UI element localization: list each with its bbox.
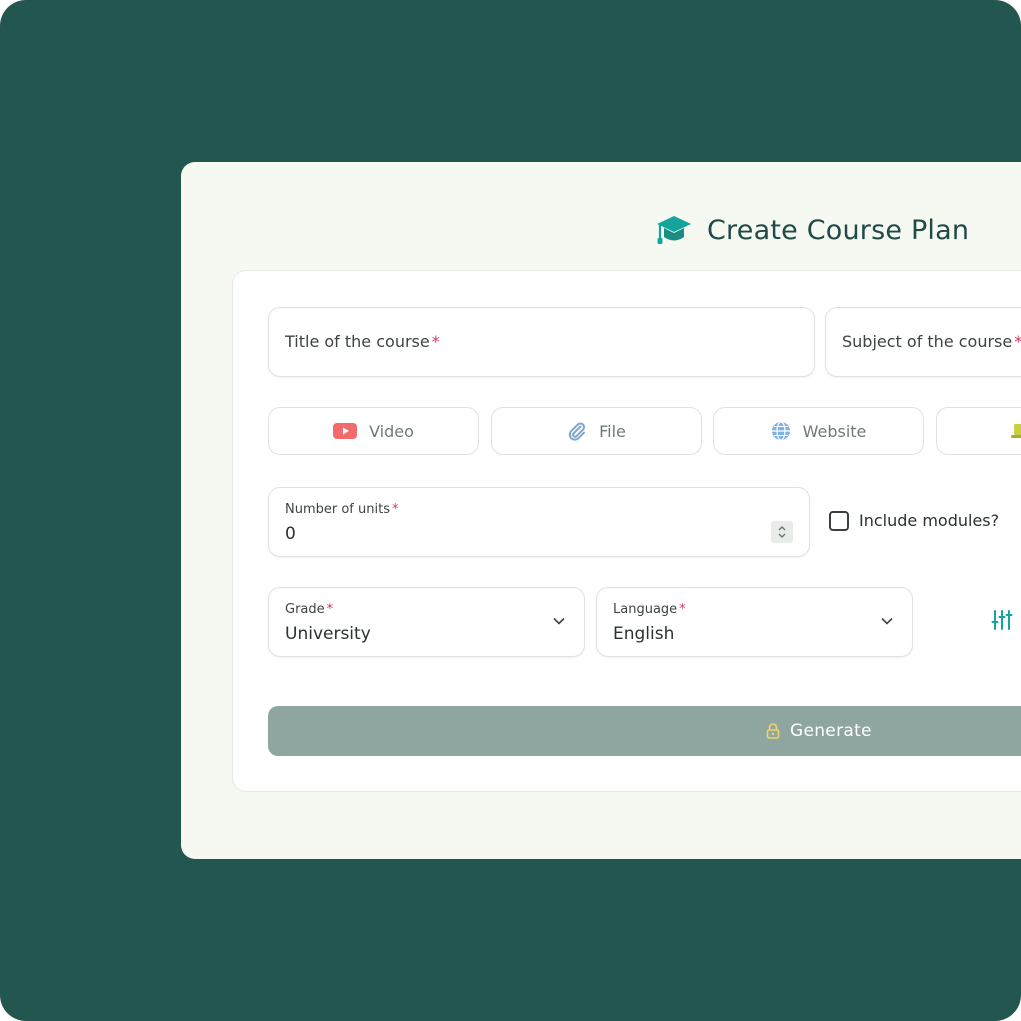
course-subject-input[interactable]: Subject of the course*	[825, 307, 1021, 377]
course-title-placeholder: Title of the course	[285, 332, 430, 351]
youtube-icon	[333, 423, 358, 439]
chevron-down-icon	[553, 617, 565, 625]
settings-sliders-icon[interactable]	[991, 609, 1013, 631]
course-title-input[interactable]: Title of the course *	[268, 307, 815, 377]
course-subject-placeholder: Subject of the course	[842, 332, 1013, 351]
required-mark: *	[391, 502, 399, 517]
include-modules-checkbox[interactable]	[829, 511, 849, 531]
page-title: Create Course Plan	[707, 214, 970, 246]
course-plan-panel: Create Course Plan Title of the course * …	[181, 162, 1021, 859]
stepper-arrows-icon	[778, 526, 786, 538]
include-modules-label: Include modules?	[859, 511, 1000, 530]
page-header: Create Course Plan	[655, 210, 969, 250]
required-mark: *	[431, 332, 440, 351]
required-mark: *	[679, 602, 686, 617]
form-card: Title of the course * Subject of the cour…	[232, 270, 1021, 792]
chevron-down-icon	[881, 617, 893, 625]
units-label: Number of units	[285, 502, 390, 517]
grade-value: University	[285, 624, 371, 644]
language-value: English	[613, 624, 675, 644]
source-file-label: File	[599, 421, 626, 441]
units-stepper[interactable]	[771, 521, 793, 543]
graduation-cap-icon	[657, 216, 691, 244]
source-video-label: Video	[369, 421, 414, 441]
grade-label: Grade	[285, 602, 325, 617]
background: Create Course Plan Title of the course * …	[0, 0, 1021, 1021]
language-label: Language	[613, 602, 678, 617]
units-value: 0	[285, 524, 296, 544]
required-mark: *	[1014, 332, 1021, 351]
number-of-units-input[interactable]: Number of units * 0	[268, 487, 810, 557]
source-video-button[interactable]: Video	[268, 407, 479, 455]
paperclip-icon	[568, 422, 586, 441]
source-file-button[interactable]: File	[491, 407, 702, 455]
source-website-label: Website	[802, 421, 867, 441]
generate-label: Generate	[790, 721, 872, 741]
required-mark: *	[326, 602, 334, 617]
lock-icon	[766, 723, 780, 739]
language-select[interactable]: Language * English	[596, 587, 913, 657]
grade-select[interactable]: Grade * University	[268, 587, 585, 657]
source-more-button[interactable]	[936, 407, 1021, 455]
generate-button[interactable]: Generate	[268, 706, 1021, 756]
source-website-button[interactable]: Website	[713, 407, 924, 455]
laptop-icon	[1011, 424, 1021, 438]
globe-icon	[771, 421, 790, 441]
